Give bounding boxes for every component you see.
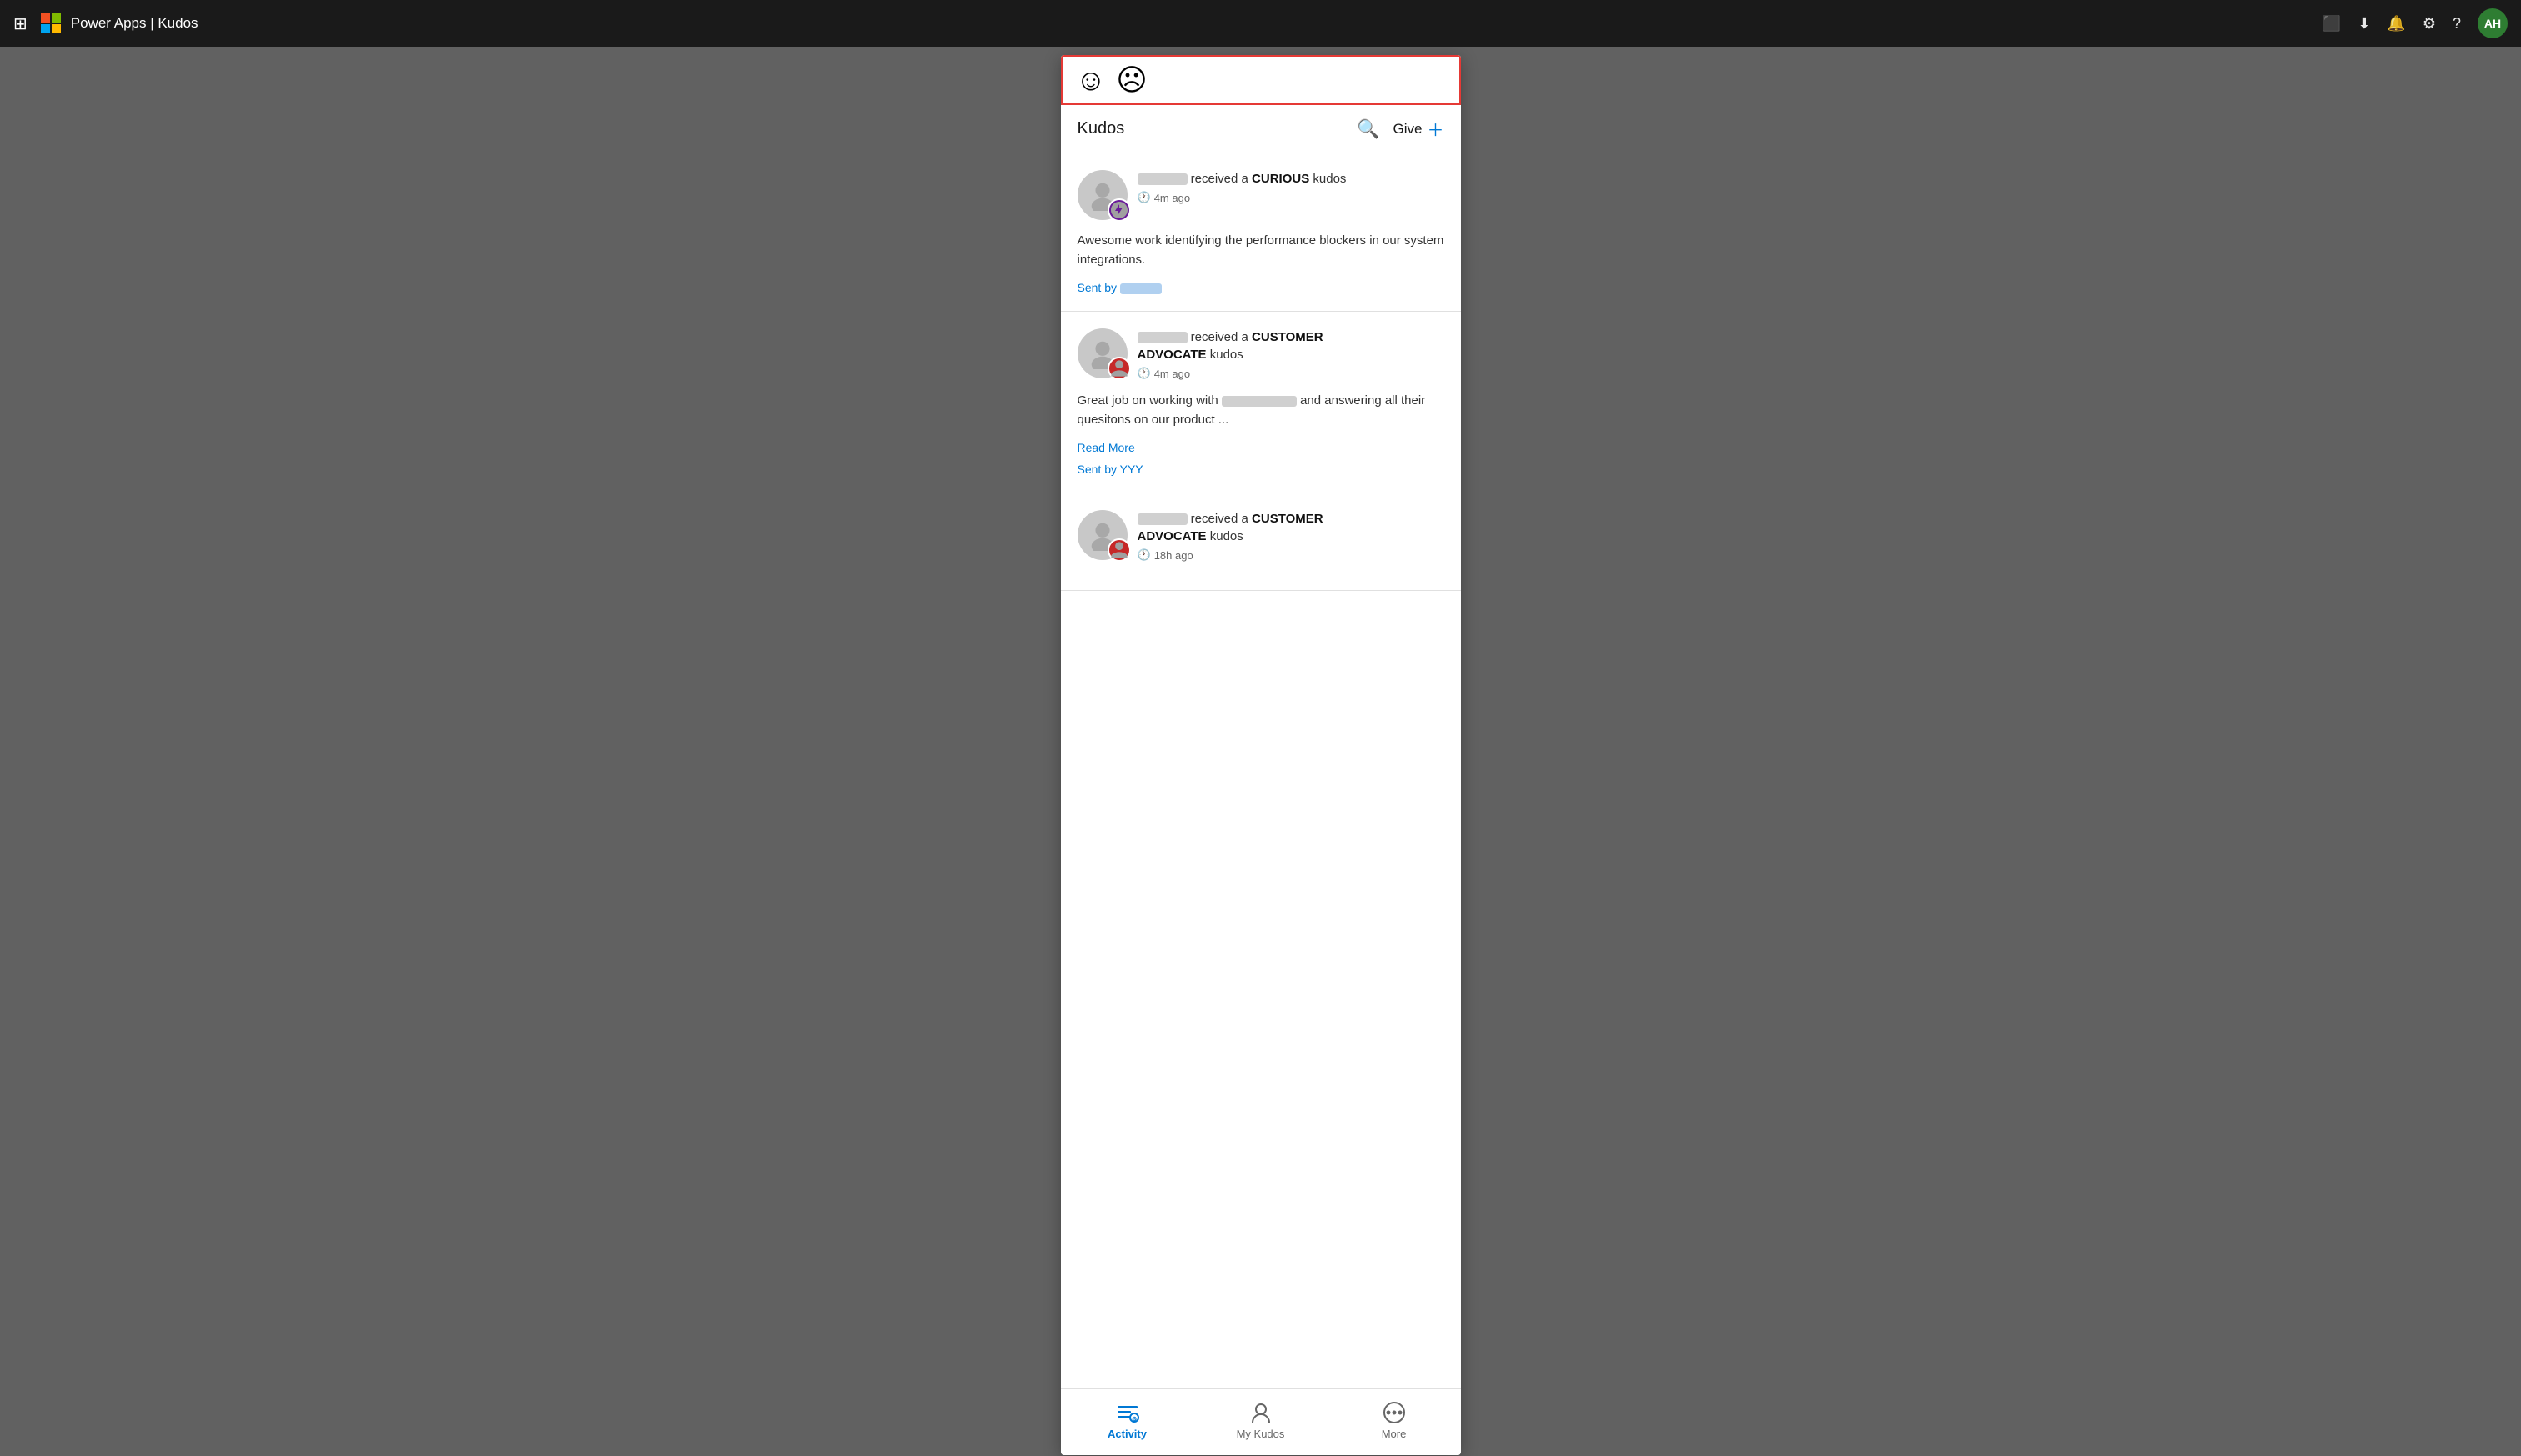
kudos-type-1: CURIOUS <box>1252 172 1309 186</box>
card-2-timestamp: 4m ago <box>1154 368 1190 380</box>
logo-sq-blue <box>41 24 50 33</box>
nav-right: ⬛ ⬇ 🔔 ⚙ ? AH <box>2323 8 2508 38</box>
recipient-name-blurred-1 <box>1138 173 1188 185</box>
card-3-info: received a CUSTOMER ADVOCATE kudos 🕐 18h… <box>1138 510 1444 562</box>
kudos-type-3b: ADVOCATE <box>1138 529 1207 543</box>
more-icon <box>1383 1401 1406 1424</box>
kudos-type-2a: CUSTOMER <box>1252 330 1323 344</box>
card-1-timestamp: 4m ago <box>1154 192 1190 204</box>
card-1-sent-by[interactable]: Sent by <box>1078 281 1444 294</box>
nav-my-kudos[interactable]: My Kudos <box>1194 1401 1328 1440</box>
svg-text:⚙: ⚙ <box>1132 1416 1137 1423</box>
my-kudos-label: My Kudos <box>1237 1428 1285 1440</box>
recipient-avatar-3 <box>1078 510 1128 560</box>
badge-icon-2 <box>1109 353 1129 384</box>
waffle-icon[interactable]: ⊞ <box>13 13 28 34</box>
logo-sq-yellow <box>52 24 61 33</box>
card-2-sent-by[interactable]: Sent by YYY <box>1078 463 1444 476</box>
card-1-body: Awesome work identifying the performance… <box>1078 232 1444 269</box>
badge-icon-3 <box>1109 534 1129 566</box>
bottom-navigation: ⚙ Activity My Kudos More <box>1061 1388 1461 1455</box>
logo-sq-red <box>41 13 50 23</box>
logo-sq-green <box>52 13 61 23</box>
activity-label: Activity <box>1108 1428 1147 1440</box>
search-icon[interactable]: 🔍 <box>1357 118 1379 140</box>
curious-badge-1 <box>1108 198 1131 222</box>
sender-blurred-1 <box>1120 283 1162 294</box>
emoji-selector-row: ☺ ☹ <box>1061 55 1461 105</box>
give-button[interactable]: Give ＋ <box>1393 117 1444 141</box>
nav-more[interactable]: More <box>1328 1401 1461 1440</box>
kudos-card-3: received a CUSTOMER ADVOCATE kudos 🕐 18h… <box>1061 493 1461 591</box>
card-2-info: received a CUSTOMER ADVOCATE kudos 🕐 4m … <box>1138 328 1444 380</box>
kudos-type-2b: ADVOCATE <box>1138 348 1207 362</box>
kudos-actions: 🔍 Give ＋ <box>1357 117 1443 141</box>
app-panel: ☺ ☹ Kudos 🔍 Give ＋ <box>1061 55 1461 1455</box>
clock-icon-1: 🕐 <box>1138 191 1151 204</box>
sad-emoji-btn[interactable]: ☹ <box>1116 65 1148 95</box>
recipient-avatar-2 <box>1078 328 1128 378</box>
bell-icon[interactable]: 🔔 <box>2387 15 2405 33</box>
card-2-title: received a CUSTOMER ADVOCATE kudos <box>1138 328 1444 363</box>
give-label: Give <box>1393 121 1423 138</box>
nav-activity[interactable]: ⚙ Activity <box>1061 1401 1194 1440</box>
app-title: Power Apps | Kudos <box>71 15 198 32</box>
microsoft-logo <box>41 13 61 33</box>
kudos-feed: received a CURIOUS kudos 🕐 4m ago Awesom… <box>1061 153 1461 1388</box>
help-icon[interactable]: ? <box>2453 15 2461 33</box>
customer-badge-3 <box>1108 538 1131 562</box>
card-3-header: received a CUSTOMER ADVOCATE kudos 🕐 18h… <box>1078 510 1444 562</box>
kudos-card-2: received a CUSTOMER ADVOCATE kudos 🕐 4m … <box>1061 312 1461 493</box>
more-label: More <box>1382 1428 1407 1440</box>
card-3-timestamp: 18h ago <box>1154 549 1193 562</box>
kudos-title: Kudos <box>1078 119 1125 138</box>
screen-share-icon[interactable]: ⬛ <box>2323 15 2341 33</box>
plus-icon: ＋ <box>1428 117 1444 141</box>
nav-left: ⊞ Power Apps | Kudos <box>13 13 2323 34</box>
recipient-avatar-1 <box>1078 170 1128 220</box>
activity-icon: ⚙ <box>1116 1401 1139 1424</box>
main-area: ☺ ☹ Kudos 🔍 Give ＋ <box>0 47 2521 1456</box>
my-kudos-icon <box>1249 1401 1273 1424</box>
card-2-header: received a CUSTOMER ADVOCATE kudos 🕐 4m … <box>1078 328 1444 380</box>
card-2-body: Great job on working with and answering … <box>1078 392 1444 429</box>
card-1-title: received a CURIOUS kudos <box>1138 170 1444 188</box>
card-1-header: received a CURIOUS kudos 🕐 4m ago <box>1078 170 1444 220</box>
read-more-link-2[interactable]: Read More <box>1078 441 1444 454</box>
clock-icon-2: 🕐 <box>1138 367 1151 380</box>
clock-icon-3: 🕐 <box>1138 548 1151 562</box>
top-navigation: ⊞ Power Apps | Kudos ⬛ ⬇ 🔔 ⚙ ? AH <box>0 0 2521 47</box>
card-3-time: 🕐 18h ago <box>1138 548 1444 562</box>
body-blurred-2 <box>1222 396 1297 407</box>
card-2-time: 🕐 4m ago <box>1138 367 1444 380</box>
kudos-type-3a: CUSTOMER <box>1252 512 1323 526</box>
recipient-name-blurred-2 <box>1138 332 1188 343</box>
card-1-info: received a CURIOUS kudos 🕐 4m ago <box>1138 170 1444 204</box>
kudos-card-1: received a CURIOUS kudos 🕐 4m ago Awesom… <box>1061 153 1461 312</box>
kudos-header: Kudos 🔍 Give ＋ <box>1061 105 1461 153</box>
download-icon[interactable]: ⬇ <box>2358 15 2370 33</box>
customer-badge-2 <box>1108 357 1131 380</box>
card-1-time: 🕐 4m ago <box>1138 191 1444 204</box>
user-avatar[interactable]: AH <box>2478 8 2508 38</box>
card-3-title: received a CUSTOMER ADVOCATE kudos <box>1138 510 1444 545</box>
happy-emoji-btn[interactable]: ☺ <box>1076 65 1107 95</box>
badge-icon-1 <box>1109 194 1129 226</box>
recipient-name-blurred-3 <box>1138 513 1188 525</box>
settings-icon[interactable]: ⚙ <box>2423 15 2436 33</box>
